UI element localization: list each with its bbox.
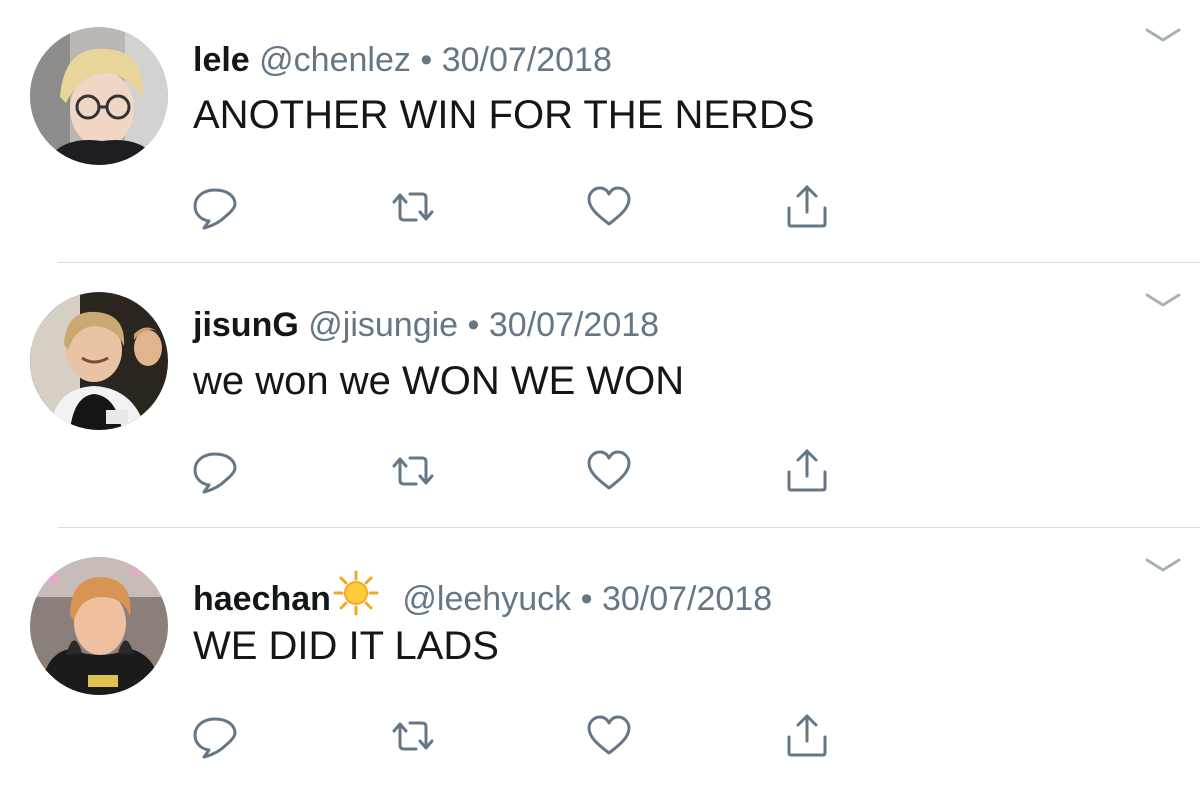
divider xyxy=(58,262,1200,263)
separator-dot: • xyxy=(420,41,433,79)
display-name[interactable]: jisunG xyxy=(193,306,299,344)
retweet-icon[interactable] xyxy=(388,446,438,496)
tweet-header: jisunG @jisungie • 30/07/2018 xyxy=(193,305,659,345)
like-icon[interactable] xyxy=(584,182,634,232)
display-name[interactable]: lele xyxy=(193,41,250,79)
retweet-icon[interactable] xyxy=(388,711,438,761)
chevron-down-icon[interactable] xyxy=(1143,554,1183,576)
tweet-text: WE DID IT LADS xyxy=(193,624,499,668)
username[interactable]: @chenlez xyxy=(259,41,411,79)
display-name[interactable]: haechan xyxy=(193,580,331,618)
share-icon[interactable] xyxy=(782,711,832,761)
avatar-photo xyxy=(30,557,168,695)
share-icon[interactable] xyxy=(782,182,832,232)
username[interactable]: @leehyuck xyxy=(402,580,571,618)
avatar[interactable] xyxy=(30,292,168,430)
avatar-photo xyxy=(30,27,168,165)
tweet[interactable]: lele @chenlez • 30/07/2018 ANOTHER WIN F… xyxy=(0,0,1200,264)
avatar[interactable] xyxy=(30,557,168,695)
chevron-down-icon[interactable] xyxy=(1143,289,1183,311)
timestamp[interactable]: 30/07/2018 xyxy=(602,580,772,618)
separator-dot: • xyxy=(580,580,593,618)
timestamp[interactable]: 30/07/2018 xyxy=(442,41,612,79)
divider xyxy=(58,527,1200,528)
timestamp[interactable]: 30/07/2018 xyxy=(489,306,659,344)
like-icon[interactable] xyxy=(584,446,634,496)
chevron-down-icon[interactable] xyxy=(1143,24,1183,46)
tweet-actions xyxy=(190,711,850,761)
tweet[interactable]: haechan @leehyuck • 30/07/2018 WE DID IT… xyxy=(0,529,1200,793)
tweet-header: haechan @leehyuck • 30/07/2018 xyxy=(193,570,772,619)
sun-emoji-icon xyxy=(333,570,379,616)
separator-dot: • xyxy=(467,306,480,344)
share-icon[interactable] xyxy=(782,446,832,496)
avatar-photo xyxy=(30,292,168,430)
reply-icon[interactable] xyxy=(190,446,240,496)
tweet[interactable]: jisunG @jisungie • 30/07/2018 we won we … xyxy=(0,264,1200,528)
reply-icon[interactable] xyxy=(190,182,240,232)
tweet-actions xyxy=(190,446,850,496)
tweet-actions xyxy=(190,182,850,232)
tweet-header: lele @chenlez • 30/07/2018 xyxy=(193,40,612,80)
retweet-icon[interactable] xyxy=(388,182,438,232)
tweet-text: we won we WON WE WON xyxy=(193,359,685,403)
tweet-text: ANOTHER WIN FOR THE NERDS xyxy=(193,93,815,137)
like-icon[interactable] xyxy=(584,711,634,761)
username[interactable]: @jisungie xyxy=(308,306,458,344)
avatar[interactable] xyxy=(30,27,168,165)
reply-icon[interactable] xyxy=(190,711,240,761)
